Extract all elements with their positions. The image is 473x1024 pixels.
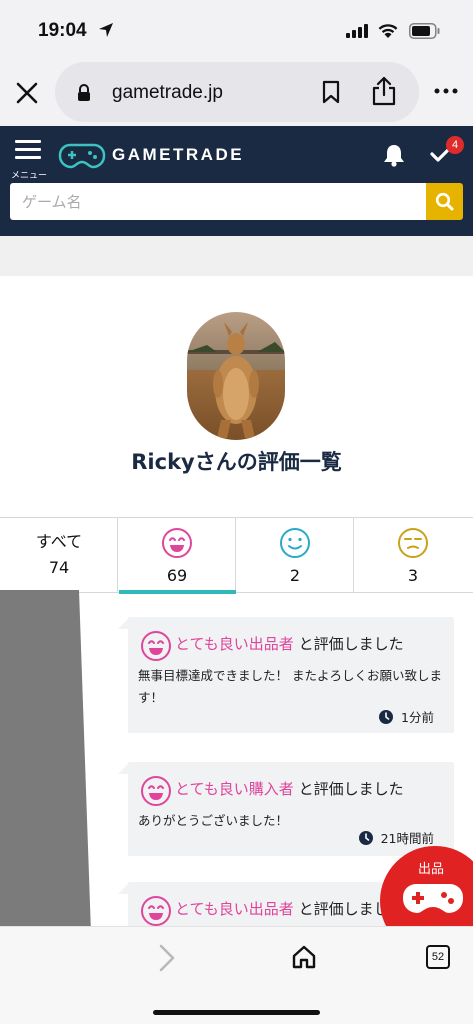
browser-toolbar: 52 bbox=[0, 926, 473, 1024]
review-time: 1分前 bbox=[379, 707, 434, 726]
sell-label: 出品 bbox=[418, 862, 445, 877]
logo-text[interactable]: GAMETRADE bbox=[112, 145, 244, 165]
status-time: 19:04 bbox=[38, 20, 87, 41]
status-bar: 19:04 bbox=[0, 0, 473, 58]
review-rating[interactable]: とても良い出品者 bbox=[175, 900, 294, 918]
home-icon[interactable] bbox=[291, 944, 317, 970]
tab-good-count: 69 bbox=[166, 566, 188, 585]
review-heading: とても良い出品者 と評価しました bbox=[175, 633, 404, 654]
review-time: 21時間前 bbox=[358, 828, 434, 847]
tab-normal[interactable]: 2 bbox=[236, 518, 354, 593]
todo-badge: 4 bbox=[446, 136, 464, 154]
smile-normal-icon bbox=[280, 528, 310, 558]
tab-all-label: すべて bbox=[35, 532, 83, 551]
wifi-icon bbox=[378, 24, 398, 38]
review-comment: 無事目標達成できました！ またよろしくお願い致します！ bbox=[138, 668, 442, 705]
kangaroo-photo bbox=[187, 312, 285, 440]
smile-good-icon bbox=[162, 528, 192, 558]
review-rating[interactable]: とても良い出品者 bbox=[175, 635, 294, 653]
tab-good[interactable]: 69 bbox=[118, 518, 236, 593]
share-icon[interactable] bbox=[371, 76, 397, 106]
url-text[interactable]: gametrade.jp bbox=[112, 82, 223, 104]
hamburger-icon bbox=[15, 140, 41, 159]
close-icon[interactable] bbox=[14, 80, 40, 106]
tabs-button[interactable]: 52 bbox=[426, 945, 450, 969]
smile-good-icon bbox=[141, 631, 171, 661]
review-heading: とても良い購入者 と評価しました bbox=[175, 778, 404, 799]
active-tab-indicator bbox=[119, 590, 236, 594]
avatar bbox=[187, 312, 285, 440]
review-suffix: と評価しました bbox=[298, 780, 404, 798]
forward-icon[interactable] bbox=[158, 944, 176, 972]
rating-tabs: すべて 74 69 2 3 bbox=[0, 517, 473, 594]
search-icon bbox=[435, 192, 454, 211]
review-card: とても良い購入者 と評価しました ありがとうございました！ 21時間前 bbox=[118, 762, 454, 856]
battery-icon bbox=[409, 23, 440, 39]
tab-all[interactable]: すべて 74 bbox=[0, 518, 118, 593]
url-bar[interactable]: gametrade.jp bbox=[55, 62, 419, 122]
bell-icon[interactable] bbox=[383, 143, 405, 167]
tab-all-count: 74 bbox=[48, 558, 70, 577]
site-header: メニュー GAMETRADE 4 bbox=[0, 126, 473, 236]
tab-bad-count: 3 bbox=[407, 566, 419, 585]
gamepad-logo-icon[interactable] bbox=[58, 142, 106, 170]
menu-label: メニュー bbox=[10, 170, 47, 180]
location-arrow-icon bbox=[99, 23, 113, 37]
review-rating[interactable]: とても良い購入者 bbox=[175, 780, 294, 798]
page-title: Rickyさんの評価一覧 bbox=[131, 450, 342, 474]
clock-icon bbox=[358, 831, 373, 845]
lock-icon bbox=[78, 84, 90, 101]
clock-icon bbox=[379, 710, 394, 724]
review-time-text: 21時間前 bbox=[380, 831, 434, 846]
face-bad-icon bbox=[398, 528, 428, 558]
search-input[interactable] bbox=[10, 183, 426, 220]
review-time-text: 1分前 bbox=[401, 710, 434, 725]
home-indicator bbox=[153, 1010, 320, 1015]
browser-bar: gametrade.jp bbox=[0, 58, 473, 126]
cellular-signal-icon bbox=[346, 24, 368, 38]
gamepad-icon bbox=[403, 884, 463, 913]
tab-bad[interactable]: 3 bbox=[354, 518, 473, 593]
menu-button[interactable]: メニュー bbox=[8, 138, 50, 180]
section-divider bbox=[0, 236, 473, 276]
tab-normal-count: 2 bbox=[289, 566, 301, 585]
more-icon[interactable] bbox=[434, 88, 458, 94]
smile-good-icon bbox=[141, 896, 171, 926]
review-card: とても良い出品者 と評価しました 無事目標達成できました！ またよろしくお願い致… bbox=[118, 617, 454, 733]
smile-good-icon bbox=[141, 776, 171, 806]
review-suffix: と評価しました bbox=[298, 635, 404, 653]
search-button[interactable] bbox=[426, 183, 463, 220]
review-heading: とても良い出品者 と評価しました bbox=[175, 898, 404, 919]
bookmark-icon[interactable] bbox=[321, 80, 341, 104]
